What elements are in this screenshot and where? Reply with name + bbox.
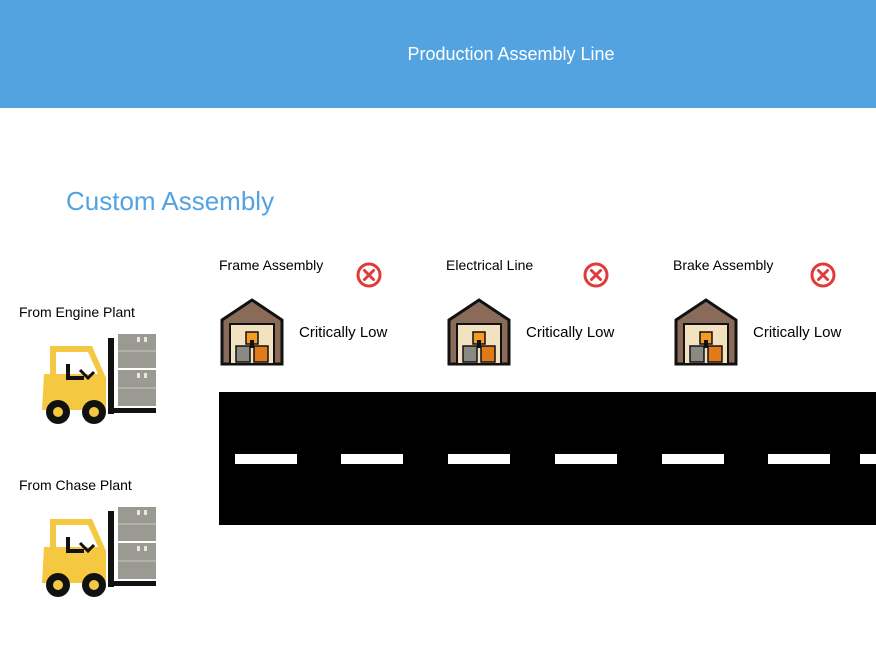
section-title: Custom Assembly bbox=[66, 186, 275, 216]
x-circle-icon[interactable] bbox=[356, 262, 382, 288]
lane-dash bbox=[662, 454, 724, 464]
station-label-brake: Brake Assembly bbox=[673, 257, 774, 273]
warehouse-icon bbox=[447, 298, 511, 366]
lane-dash bbox=[555, 454, 617, 464]
lane-dash bbox=[448, 454, 510, 464]
x-circle-icon[interactable] bbox=[810, 262, 836, 288]
header-title: Production Assembly Line bbox=[407, 44, 615, 64]
assembly-line-road bbox=[219, 392, 876, 525]
station-label-frame: Frame Assembly bbox=[219, 257, 324, 273]
lane-dash bbox=[860, 454, 876, 464]
warehouse-icon bbox=[220, 298, 284, 366]
lane-dash bbox=[341, 454, 403, 464]
station-status-frame: Critically Low bbox=[299, 324, 388, 341]
warehouse-icon bbox=[674, 298, 738, 366]
source-label-engine: From Engine Plant bbox=[19, 304, 135, 320]
station-label-electrical: Electrical Line bbox=[446, 257, 534, 273]
lane-dash bbox=[235, 454, 297, 464]
station-status-electrical: Critically Low bbox=[526, 324, 615, 341]
source-label-chase: From Chase Plant bbox=[19, 477, 132, 493]
forklift-icon bbox=[40, 334, 158, 426]
x-circle-icon[interactable] bbox=[583, 262, 609, 288]
lane-dash bbox=[768, 454, 830, 464]
forklift-icon bbox=[40, 507, 158, 599]
station-status-brake: Critically Low bbox=[753, 324, 842, 341]
app-header: Production Assembly Line bbox=[0, 0, 876, 108]
